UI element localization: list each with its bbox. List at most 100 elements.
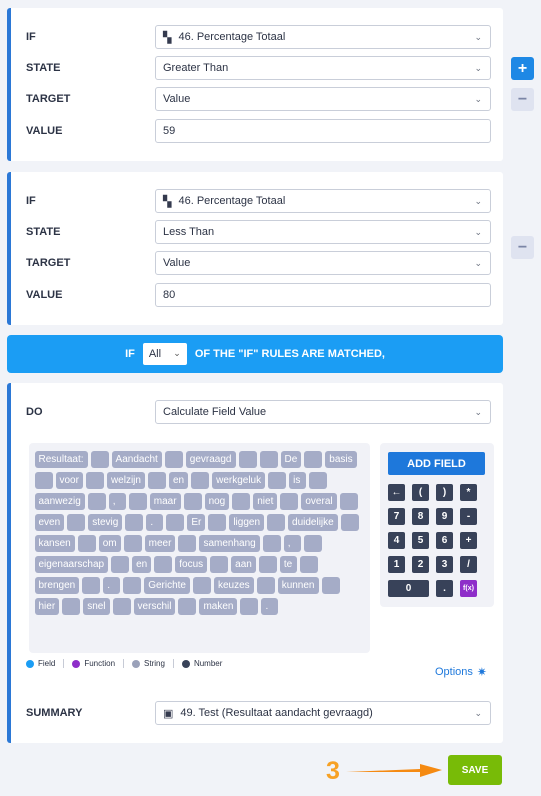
space-token[interactable] bbox=[34, 472, 53, 489]
state-select[interactable]: Greater Than ⌄ bbox=[155, 56, 491, 80]
string-token[interactable]: keuzes bbox=[214, 577, 254, 594]
keypad-key[interactable]: ← bbox=[388, 484, 405, 501]
add-field-button[interactable]: ADD FIELD bbox=[388, 452, 485, 475]
summary-select[interactable]: ▣ 49. Test (Resultaat aandacht gevraagd)… bbox=[155, 701, 491, 725]
space-token[interactable] bbox=[340, 514, 359, 531]
keypad-key[interactable]: 5 bbox=[412, 532, 429, 549]
keypad-key[interactable]: ) bbox=[436, 484, 453, 501]
string-token[interactable]: verschil bbox=[133, 598, 176, 615]
space-token[interactable] bbox=[304, 451, 323, 468]
string-token[interactable]: Resultaat: bbox=[34, 451, 88, 468]
string-token[interactable]: samenhang bbox=[199, 535, 260, 552]
string-token[interactable]: kansen bbox=[34, 535, 75, 552]
space-token[interactable] bbox=[154, 556, 173, 573]
string-token[interactable]: , bbox=[108, 493, 126, 510]
space-token[interactable] bbox=[280, 493, 299, 510]
string-token[interactable]: liggen bbox=[229, 514, 265, 531]
space-token[interactable] bbox=[191, 472, 210, 489]
keypad-key[interactable]: - bbox=[460, 508, 477, 525]
keypad-key[interactable]: 1 bbox=[388, 556, 405, 573]
space-token[interactable] bbox=[77, 535, 96, 552]
space-token[interactable] bbox=[67, 514, 86, 531]
space-token[interactable] bbox=[258, 556, 277, 573]
space-token[interactable] bbox=[90, 451, 109, 468]
string-token[interactable]: maar bbox=[149, 493, 181, 510]
remove-condition-2-button[interactable]: − bbox=[511, 236, 534, 259]
string-token[interactable]: De bbox=[280, 451, 302, 468]
space-token[interactable] bbox=[147, 472, 166, 489]
space-token[interactable] bbox=[85, 472, 104, 489]
string-token[interactable]: om bbox=[98, 535, 121, 552]
keypad-key[interactable]: / bbox=[460, 556, 477, 573]
string-token[interactable]: . bbox=[103, 577, 121, 594]
if-field-select[interactable]: ▚ 46. Percentage Totaal ⌄ bbox=[155, 25, 491, 49]
string-token[interactable]: en bbox=[132, 556, 152, 573]
string-token[interactable]: gevraagd bbox=[185, 451, 236, 468]
keypad-key[interactable]: 7 bbox=[388, 508, 405, 525]
string-token[interactable]: maken bbox=[199, 598, 238, 615]
string-token[interactable]: aan bbox=[231, 556, 256, 573]
string-token[interactable]: niet bbox=[253, 493, 278, 510]
string-token[interactable]: overal bbox=[301, 493, 337, 510]
keypad-key[interactable]: 4 bbox=[388, 532, 405, 549]
keypad-key[interactable]: 6 bbox=[436, 532, 453, 549]
state-select[interactable]: Less Than ⌄ bbox=[155, 220, 491, 244]
remove-condition-1-button[interactable]: − bbox=[511, 88, 534, 111]
space-token[interactable] bbox=[193, 577, 211, 594]
string-token[interactable]: eigenaarschap bbox=[34, 556, 109, 573]
space-token[interactable] bbox=[240, 598, 259, 615]
string-token[interactable]: brengen bbox=[34, 577, 80, 594]
keypad-key[interactable]: 9 bbox=[436, 508, 453, 525]
string-token[interactable]: . bbox=[261, 598, 279, 615]
space-token[interactable] bbox=[183, 493, 202, 510]
string-token[interactable]: stevig bbox=[88, 514, 123, 531]
string-token[interactable]: . bbox=[146, 514, 164, 531]
keypad-key[interactable]: ( bbox=[412, 484, 429, 501]
string-token[interactable]: voor bbox=[55, 472, 83, 489]
space-token[interactable] bbox=[111, 556, 130, 573]
space-token[interactable] bbox=[299, 556, 318, 573]
save-button[interactable]: SAVE bbox=[448, 755, 502, 785]
space-token[interactable] bbox=[268, 472, 287, 489]
string-token[interactable]: meer bbox=[144, 535, 176, 552]
keypad-key[interactable]: 8 bbox=[412, 508, 429, 525]
space-token[interactable] bbox=[303, 535, 322, 552]
string-token[interactable]: werkgeluk bbox=[212, 472, 266, 489]
string-token[interactable]: welzijn bbox=[106, 472, 145, 489]
string-token[interactable]: kunnen bbox=[277, 577, 319, 594]
space-token[interactable] bbox=[232, 493, 251, 510]
space-token[interactable] bbox=[123, 577, 142, 594]
space-token[interactable] bbox=[164, 451, 183, 468]
string-token[interactable]: Gerichte bbox=[144, 577, 190, 594]
do-select[interactable]: Calculate Field Value ⌄ bbox=[155, 400, 491, 424]
space-token[interactable] bbox=[210, 556, 229, 573]
keypad-key[interactable]: 2 bbox=[412, 556, 429, 573]
string-token[interactable]: focus bbox=[175, 556, 208, 573]
string-token[interactable]: te bbox=[279, 556, 297, 573]
keypad-key[interactable]: . bbox=[436, 580, 453, 597]
string-token[interactable]: nog bbox=[204, 493, 230, 510]
space-token[interactable] bbox=[256, 577, 275, 594]
space-token[interactable] bbox=[166, 514, 185, 531]
space-token[interactable] bbox=[309, 472, 328, 489]
space-token[interactable] bbox=[178, 535, 197, 552]
target-select[interactable]: Value ⌄ bbox=[155, 87, 491, 111]
string-token[interactable]: duidelijke bbox=[288, 514, 338, 531]
space-token[interactable] bbox=[123, 535, 142, 552]
value-input[interactable]: 80 bbox=[155, 283, 491, 307]
options-link[interactable]: Options ✷ bbox=[435, 665, 487, 679]
space-token[interactable] bbox=[82, 577, 101, 594]
value-input[interactable]: 59 bbox=[155, 119, 491, 143]
keypad-key[interactable]: f(x) bbox=[460, 580, 477, 597]
formula-token-area[interactable]: Resultaat: Aandacht gevraagd De basis voor wel… bbox=[29, 443, 370, 653]
string-token[interactable]: en bbox=[168, 472, 189, 489]
space-token[interactable] bbox=[321, 577, 340, 594]
keypad-key[interactable]: 3 bbox=[436, 556, 453, 573]
space-token[interactable] bbox=[87, 493, 106, 510]
string-token[interactable]: is bbox=[289, 472, 307, 489]
space-token[interactable] bbox=[267, 514, 286, 531]
space-token[interactable] bbox=[339, 493, 358, 510]
space-token[interactable] bbox=[62, 598, 81, 615]
space-token[interactable] bbox=[238, 451, 257, 468]
if-field-select[interactable]: ▚ 46. Percentage Totaal ⌄ bbox=[155, 189, 491, 213]
